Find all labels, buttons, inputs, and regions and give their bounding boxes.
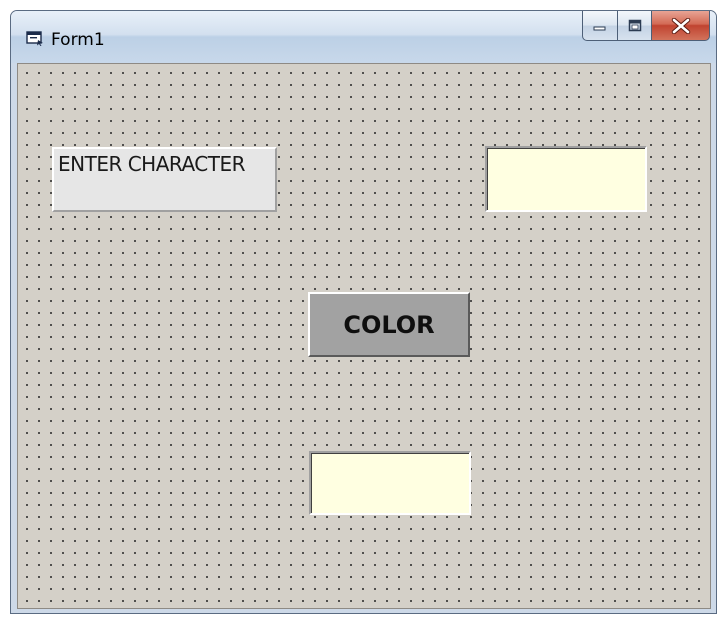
minimize-button[interactable]	[582, 11, 618, 41]
minimize-icon	[593, 26, 606, 30]
close-icon	[671, 17, 690, 34]
form-design-area: ENTER CHARACTER COLOR	[17, 63, 711, 609]
maximize-icon	[628, 19, 641, 31]
form1-window: Form1 ENTER CHARACTER COLOR	[10, 10, 717, 614]
close-button[interactable]	[652, 11, 710, 41]
title-bar[interactable]: Form1	[11, 11, 716, 63]
enter-character-label: ENTER CHARACTER	[52, 147, 277, 212]
color-output-textbox[interactable]	[309, 451, 471, 515]
maximize-button[interactable]	[618, 11, 652, 41]
window-controls	[582, 11, 710, 43]
form-window-icon	[26, 31, 43, 46]
color-button[interactable]: COLOR	[308, 292, 470, 357]
character-input[interactable]	[485, 146, 647, 212]
window-title: Form1	[51, 30, 105, 50]
